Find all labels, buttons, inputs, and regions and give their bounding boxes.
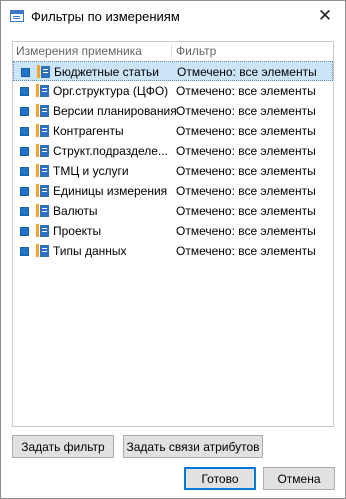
- dimension-name: Проекты: [53, 224, 102, 238]
- filter-value: Отмечено: все элементы: [176, 84, 316, 98]
- dimensions-grid: Измерения приемника Фильтр Бюджетные ста…: [12, 41, 334, 427]
- row-checkbox[interactable]: [20, 247, 29, 256]
- dimension-name: Орг.структура (ЦФО): [53, 84, 169, 98]
- dimension-name: ТМЦ и услуги: [53, 164, 129, 178]
- filter-value: Отмечено: все элементы: [176, 124, 316, 138]
- row-checkbox[interactable]: [20, 107, 29, 116]
- set-filter-button[interactable]: Задать фильтр: [12, 435, 114, 458]
- filter-value: Отмечено: все элементы: [176, 164, 316, 178]
- window-title: Фильтры по измерениям: [31, 9, 180, 24]
- dimension-name: Бюджетные статьи: [54, 65, 159, 79]
- dimension-name: Валюты: [53, 204, 98, 218]
- row-checkbox[interactable]: [20, 207, 29, 216]
- filter-value: Отмечено: все элементы: [176, 224, 316, 238]
- dimension-icon: [36, 144, 49, 157]
- row-checkbox[interactable]: [20, 147, 29, 156]
- set-attribute-links-button[interactable]: Задать связи атрибутов: [123, 435, 263, 458]
- row-checkbox[interactable]: [20, 87, 29, 96]
- dimension-icon: [36, 204, 49, 217]
- table-row[interactable]: Структ.подразделе... Отмечено: все элемен…: [13, 141, 333, 161]
- filter-value: Отмечено: все элементы: [177, 65, 317, 79]
- filter-value: Отмечено: все элементы: [176, 244, 316, 258]
- row-checkbox[interactable]: [20, 127, 29, 136]
- dialog-window: Фильтры по измерениям ✕ Измерения приемн…: [0, 0, 346, 499]
- dimension-name: Единицы измерения: [53, 184, 168, 198]
- row-checkbox[interactable]: [20, 167, 29, 176]
- dimension-icon: [36, 124, 49, 137]
- dimension-name: Типы данных: [53, 244, 127, 258]
- table-row[interactable]: ТМЦ и услуги Отмечено: все элементы: [13, 161, 333, 181]
- dimension-name: Структ.подразделе...: [53, 144, 168, 158]
- title-bar: Фильтры по измерениям ✕: [1, 1, 345, 33]
- dimension-icon: [36, 164, 49, 177]
- column-header-filter[interactable]: Фильтр: [176, 44, 216, 58]
- filter-value: Отмечено: все элементы: [176, 144, 316, 158]
- row-checkbox[interactable]: [20, 187, 29, 196]
- table-row[interactable]: Типы данных Отмечено: все элементы: [13, 241, 333, 261]
- dimension-icon: [36, 104, 49, 117]
- table-row[interactable]: Бюджетные статьи Отмечено: все элементы: [13, 61, 333, 81]
- dimension-icon: [36, 224, 49, 237]
- table-row[interactable]: Единицы измерения Отмечено: все элементы: [13, 181, 333, 201]
- dimension-icon: [37, 65, 50, 78]
- dimension-name: Версии планирования: [53, 104, 177, 118]
- grid-header: Измерения приемника Фильтр: [13, 42, 333, 59]
- table-row[interactable]: Орг.структура (ЦФО) Отмечено: все элемент…: [13, 81, 333, 101]
- table-row[interactable]: Контрагенты Отмечено: все элементы: [13, 121, 333, 141]
- column-header-dimension[interactable]: Измерения приемника: [16, 44, 142, 58]
- dimension-icon: [36, 184, 49, 197]
- dimension-name: Контрагенты: [53, 124, 124, 138]
- table-row[interactable]: Проекты Отмечено: все элементы: [13, 221, 333, 241]
- dimension-icon: [36, 244, 49, 257]
- filter-value: Отмечено: все элементы: [176, 184, 316, 198]
- row-checkbox[interactable]: [20, 227, 29, 236]
- dimension-icon: [36, 84, 49, 97]
- filter-value: Отмечено: все элементы: [176, 104, 316, 118]
- filter-value: Отмечено: все элементы: [176, 204, 316, 218]
- table-row[interactable]: Версии планирования Отмечено: все элемент…: [13, 101, 333, 121]
- filter-window-icon: [10, 10, 24, 22]
- grid-rows: Бюджетные статьи Отмечено: все элементы Ор…: [13, 61, 333, 261]
- row-checkbox[interactable]: [21, 68, 30, 77]
- close-button[interactable]: ✕: [305, 1, 345, 31]
- table-row[interactable]: Валюты Отмечено: все элементы: [13, 201, 333, 221]
- ok-button[interactable]: Готово: [184, 467, 256, 490]
- cancel-button[interactable]: Отмена: [263, 467, 335, 490]
- column-separator[interactable]: [171, 44, 172, 57]
